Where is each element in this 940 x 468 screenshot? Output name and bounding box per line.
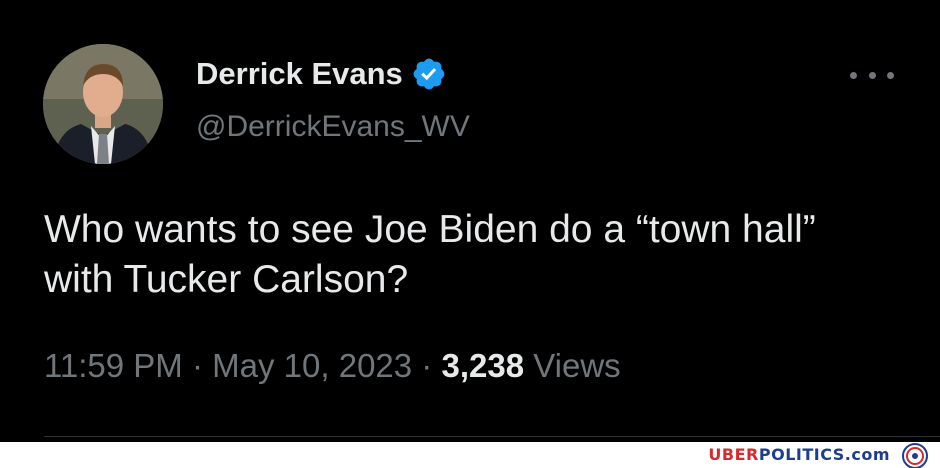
tweet-text: Who wants to see Joe Biden do a “town ha… <box>44 208 816 301</box>
watermark-brand-part2: POLITICS.com <box>758 445 890 464</box>
author-name[interactable]: Derrick Evans <box>196 56 403 92</box>
author-name-row[interactable]: Derrick Evans <box>196 56 447 92</box>
divider <box>44 436 940 437</box>
watermark-brand-part1: UBER <box>708 445 759 464</box>
watermark-bar: UBERPOLITICS.com <box>0 442 940 468</box>
watermark-text: UBERPOLITICS.com <box>708 445 890 464</box>
meta-separator: · <box>421 347 433 384</box>
avatar-photo <box>43 44 163 164</box>
author-handle[interactable]: @DerrickEvans_WV <box>196 110 470 144</box>
verified-badge-icon <box>413 58 445 90</box>
more-dot <box>887 71 894 79</box>
watermark-logo-icon <box>902 443 928 468</box>
meta-separator: · <box>191 347 203 384</box>
views-count[interactable]: 3,238 <box>441 347 524 384</box>
tweet-time[interactable]: 11:59 PM <box>44 347 183 384</box>
more-dot <box>850 71 857 79</box>
more-dot <box>868 71 876 79</box>
views-label: Views <box>533 347 621 384</box>
more-options-icon[interactable] <box>850 62 894 88</box>
tweet-date[interactable]: May 10, 2023 <box>212 347 412 384</box>
tweet-meta: 11:59 PM · May 10, 2023 · 3,238 Views <box>44 347 621 385</box>
author-avatar[interactable] <box>43 44 163 164</box>
